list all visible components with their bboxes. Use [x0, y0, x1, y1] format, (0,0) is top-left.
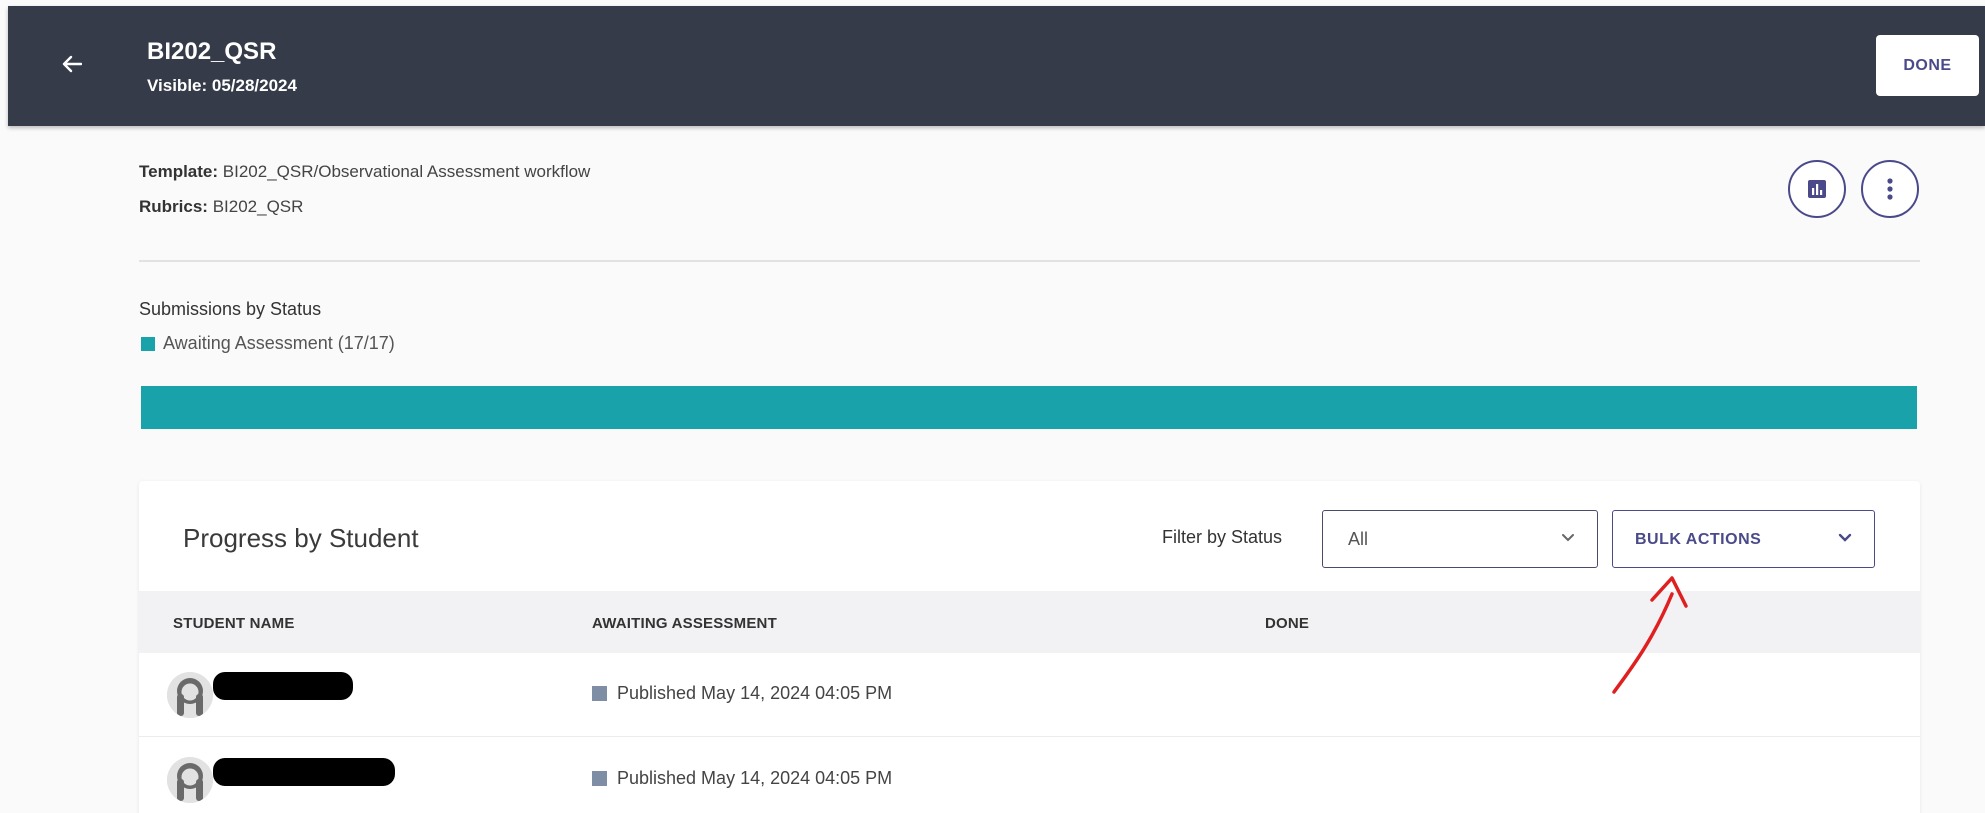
status-text: Published May 14, 2024 04:05 PM [617, 768, 893, 788]
redacted-student-name [213, 758, 395, 786]
user-avatar-icon [167, 757, 213, 803]
top-header: BI202_QSR Visible: 05/28/2024 DONE [8, 6, 1985, 126]
chevron-down-icon [1838, 533, 1852, 542]
column-header-done[interactable]: DONE [1265, 615, 1309, 632]
status-swatch [592, 771, 607, 786]
card-title: Progress by Student [183, 523, 419, 553]
arrow-left-icon [62, 55, 82, 73]
chevron-down-icon [1562, 534, 1574, 542]
legend-swatch-awaiting [141, 336, 155, 351]
submissions-status-heading: Submissions by Status [139, 299, 322, 319]
awaiting-status-cell: Published May 14, 2024 04:05 PM [592, 768, 892, 789]
more-options-button[interactable] [1861, 160, 1919, 218]
filter-label: Filter by Status [1162, 527, 1283, 547]
back-button[interactable] [54, 46, 90, 82]
status-progress-bar [141, 386, 1917, 429]
rubrics-label: Rubrics: [139, 197, 208, 216]
done-button[interactable]: DONE [1876, 35, 1979, 96]
rubrics-info: Rubrics: BI202_QSR [139, 197, 303, 217]
stats-button[interactable] [1788, 160, 1846, 218]
page-title: BI202_QSR [147, 38, 277, 65]
table-header: STUDENT NAME AWAITING ASSESSMENT DONE [139, 591, 1920, 653]
table-row[interactable]: Published May 14, 2024 04:05 PM [139, 653, 1920, 737]
page: BI202_QSR Visible: 05/28/2024 DONE Templ… [0, 0, 1985, 813]
visibility-date: Visible: 05/28/2024 [147, 76, 297, 95]
bulk-actions-button[interactable]: BULK ACTIONS [1612, 510, 1875, 568]
status-text: Published May 14, 2024 04:05 PM [617, 683, 893, 703]
progress-fill-awaiting [141, 386, 1917, 429]
bulk-actions-label: BULK ACTIONS [1635, 531, 1762, 548]
legend-label-awaiting: Awaiting Assessment (17/17) [163, 333, 395, 353]
filter-status-select[interactable]: All [1322, 510, 1598, 568]
column-header-student-name[interactable]: STUDENT NAME [173, 615, 295, 632]
template-label: Template: [139, 162, 219, 181]
user-avatar-icon [167, 672, 213, 718]
template-info: Template: BI202_QSR/Observational Assess… [139, 162, 590, 182]
awaiting-status-cell: Published May 14, 2024 04:05 PM [592, 683, 892, 704]
more-vertical-icon [1887, 178, 1893, 200]
table-row[interactable]: Published May 14, 2024 04:05 PM [139, 738, 1920, 813]
rubrics-value: BI202_QSR [212, 197, 304, 216]
template-value: BI202_QSR/Observational Assessment workf… [222, 162, 591, 181]
bar-chart-icon [1808, 180, 1826, 198]
progress-card: Progress by Student Filter by Status All… [139, 481, 1920, 813]
column-header-awaiting[interactable]: AWAITING ASSESSMENT [592, 615, 777, 632]
status-swatch [592, 686, 607, 701]
redacted-student-name [213, 672, 353, 700]
section-divider [139, 260, 1920, 262]
status-legend: Awaiting Assessment (17/17) [141, 333, 395, 354]
filter-selected-value: All [1348, 529, 1369, 549]
